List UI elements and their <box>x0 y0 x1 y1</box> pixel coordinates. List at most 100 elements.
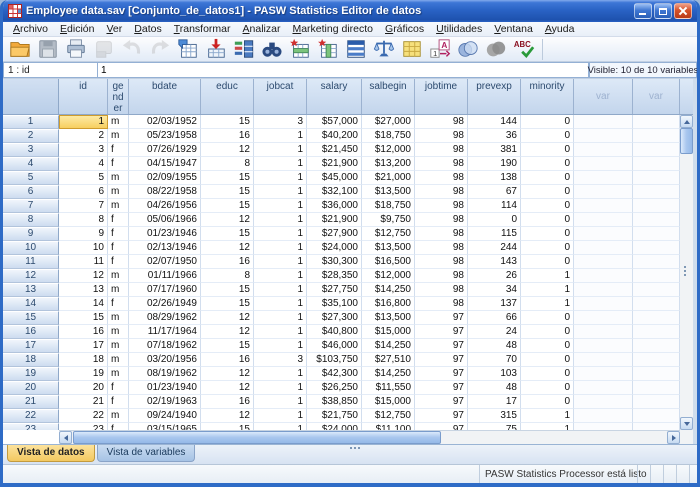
cell-bdate[interactable]: 02/19/1963 <box>129 395 201 409</box>
tab-vista-de-variables[interactable]: Vista de variables <box>97 445 196 462</box>
cell-id[interactable]: 15 <box>59 311 108 325</box>
cell-id[interactable]: 18 <box>59 353 108 367</box>
cell-gender[interactable]: m <box>108 367 129 381</box>
menu-analizar[interactable]: Analizar <box>237 22 287 36</box>
cell-bdate[interactable]: 09/24/1940 <box>129 409 201 423</box>
cell-jobcat[interactable]: 3 <box>254 115 307 129</box>
cell-bdate[interactable]: 03/20/1956 <box>129 353 201 367</box>
cell-gender[interactable]: m <box>108 129 129 143</box>
cell-jobtime[interactable]: 97 <box>415 311 468 325</box>
cell-var2[interactable] <box>633 423 680 430</box>
cell-var2[interactable] <box>633 143 680 157</box>
cell-var2[interactable] <box>633 367 680 381</box>
horizontal-scrollbar[interactable] <box>59 430 680 444</box>
maximize-button[interactable] <box>654 3 672 19</box>
cell-var1[interactable] <box>574 255 633 269</box>
cell-var2[interactable] <box>633 199 680 213</box>
cell-salbegin[interactable]: $12,750 <box>362 409 415 423</box>
column-header-salbegin[interactable]: salbegin <box>362 79 415 114</box>
cell-educ[interactable]: 15 <box>201 115 254 129</box>
cell-salary[interactable]: $36,000 <box>307 199 362 213</box>
cell-jobcat[interactable]: 1 <box>254 241 307 255</box>
menu-datos[interactable]: Datos <box>128 22 167 36</box>
cell-salary[interactable]: $27,300 <box>307 311 362 325</box>
cell-educ[interactable]: 12 <box>201 311 254 325</box>
cell-id[interactable]: 9 <box>59 227 108 241</box>
cell-salary[interactable]: $27,900 <box>307 227 362 241</box>
cell-jobtime[interactable]: 97 <box>415 423 468 430</box>
cell-gender[interactable]: f <box>108 143 129 157</box>
cell-var2[interactable] <box>633 213 680 227</box>
cell-educ[interactable]: 16 <box>201 255 254 269</box>
cell-id[interactable]: 5 <box>59 171 108 185</box>
insert-cases-button[interactable] <box>286 37 314 61</box>
cell-bdate[interactable]: 04/15/1947 <box>129 157 201 171</box>
cell-jobcat[interactable]: 1 <box>254 157 307 171</box>
cell-salary[interactable]: $21,450 <box>307 143 362 157</box>
cell-educ[interactable]: 8 <box>201 157 254 171</box>
cell-jobtime[interactable]: 98 <box>415 283 468 297</box>
cell-jobtime[interactable]: 98 <box>415 269 468 283</box>
cell-salbegin[interactable]: $14,250 <box>362 367 415 381</box>
cell-salary[interactable]: $57,000 <box>307 115 362 129</box>
cell-educ[interactable]: 12 <box>201 381 254 395</box>
cell-var2[interactable] <box>633 115 680 129</box>
cell-prevexp[interactable]: 138 <box>468 171 521 185</box>
column-header-id[interactable]: id <box>59 79 108 114</box>
cell-minority[interactable]: 0 <box>521 157 574 171</box>
cell-var2[interactable] <box>633 241 680 255</box>
cell-gender[interactable]: m <box>108 409 129 423</box>
cell-educ[interactable]: 15 <box>201 423 254 430</box>
cell-gender[interactable]: f <box>108 395 129 409</box>
cell-var1[interactable] <box>574 269 633 283</box>
cell-prevexp[interactable]: 114 <box>468 199 521 213</box>
cell-salary[interactable]: $21,900 <box>307 213 362 227</box>
row-number[interactable]: 8 <box>3 213 59 227</box>
cell-salbegin[interactable]: $9,750 <box>362 213 415 227</box>
cell-var2[interactable] <box>633 185 680 199</box>
cell-educ[interactable]: 12 <box>201 409 254 423</box>
cell-gender[interactable]: f <box>108 297 129 311</box>
row-number[interactable]: 20 <box>3 381 59 395</box>
cell-bdate[interactable]: 02/26/1949 <box>129 297 201 311</box>
cell-gender[interactable]: f <box>108 213 129 227</box>
variables-button[interactable] <box>230 37 258 61</box>
cell-bdate[interactable]: 08/19/1962 <box>129 367 201 381</box>
cell-salbegin[interactable]: $18,750 <box>362 199 415 213</box>
cell-jobtime[interactable]: 98 <box>415 129 468 143</box>
cell-var2[interactable] <box>633 339 680 353</box>
cell-id[interactable]: 23 <box>59 423 108 430</box>
cell-var2[interactable] <box>633 227 680 241</box>
cell-gender[interactable]: f <box>108 381 129 395</box>
cell-prevexp[interactable]: 315 <box>468 409 521 423</box>
menu-graficos[interactable]: Gráficos <box>379 22 430 36</box>
cell-salary[interactable]: $27,750 <box>307 283 362 297</box>
resize-grip[interactable] <box>689 465 697 484</box>
cell-editor-input[interactable] <box>98 62 589 78</box>
column-header-var2[interactable]: var <box>633 79 680 114</box>
cell-bdate[interactable]: 07/26/1929 <box>129 143 201 157</box>
cell-var1[interactable] <box>574 241 633 255</box>
undo-button[interactable] <box>118 37 146 61</box>
cell-var1[interactable] <box>574 339 633 353</box>
cell-jobtime[interactable]: 97 <box>415 367 468 381</box>
cell-jobtime[interactable]: 98 <box>415 241 468 255</box>
cell-educ[interactable]: 16 <box>201 129 254 143</box>
cell-jobcat[interactable]: 1 <box>254 367 307 381</box>
cell-salbegin[interactable]: $21,000 <box>362 171 415 185</box>
use-variable-sets-button[interactable] <box>454 37 482 61</box>
cell-minority[interactable]: 0 <box>521 325 574 339</box>
cell-jobcat[interactable]: 1 <box>254 395 307 409</box>
cell-jobtime[interactable]: 98 <box>415 213 468 227</box>
cell-gender[interactable]: m <box>108 311 129 325</box>
cell-jobcat[interactable]: 1 <box>254 213 307 227</box>
cell-minority[interactable]: 0 <box>521 171 574 185</box>
row-number[interactable]: 23 <box>3 423 59 430</box>
split-file-button[interactable] <box>342 37 370 61</box>
cell-jobcat[interactable]: 1 <box>254 255 307 269</box>
cell-salbegin[interactable]: $13,500 <box>362 185 415 199</box>
cell-salbegin[interactable]: $15,000 <box>362 395 415 409</box>
goto-case-button[interactable] <box>174 37 202 61</box>
cell-educ[interactable]: 12 <box>201 143 254 157</box>
scroll-right-button[interactable] <box>667 431 680 444</box>
